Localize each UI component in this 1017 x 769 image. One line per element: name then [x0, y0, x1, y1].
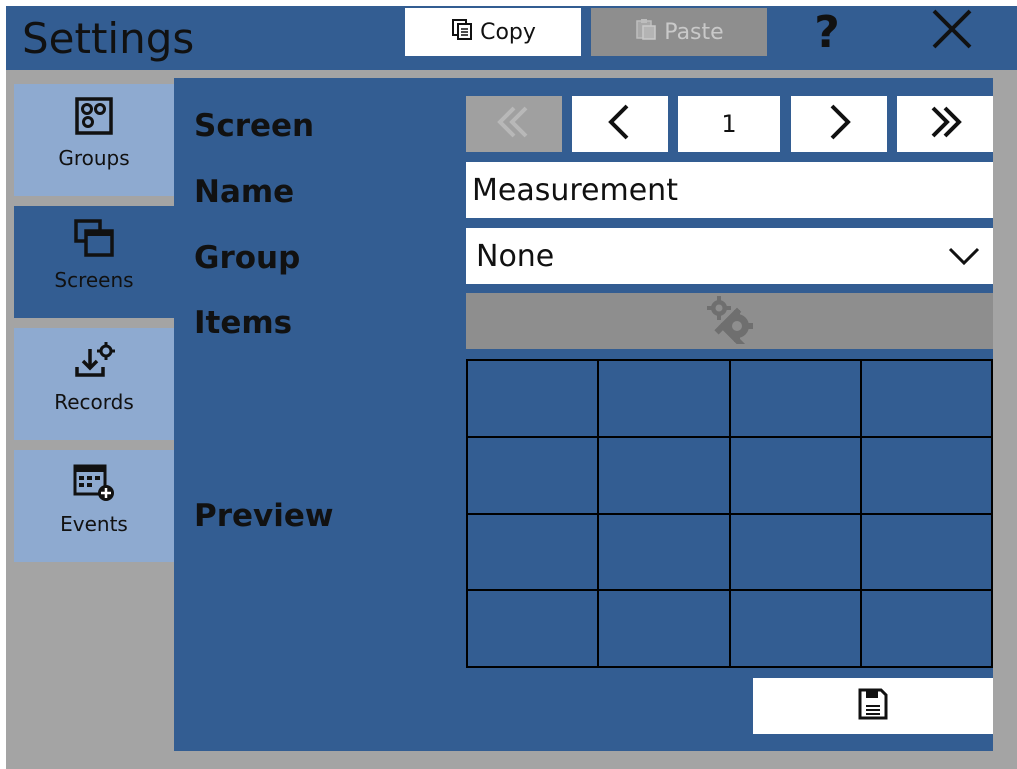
close-button[interactable]: [920, 8, 990, 56]
sidebar-item-label: Screens: [54, 268, 134, 292]
preview-cell[interactable]: [729, 590, 861, 667]
preview-cell[interactable]: [860, 590, 992, 667]
records-icon: [73, 334, 115, 386]
preview-cell[interactable]: [598, 436, 730, 514]
sidebar-item-label: Records: [54, 390, 134, 414]
groups-icon: [75, 90, 113, 142]
items-label: Items: [194, 305, 293, 341]
window-title: Settings: [22, 14, 195, 63]
preview-cell[interactable]: [860, 513, 992, 591]
preview-cell[interactable]: [598, 590, 730, 667]
preview-cell[interactable]: [467, 513, 599, 591]
double-chevron-left-icon: [494, 102, 534, 146]
chevron-left-icon: [605, 102, 635, 146]
first-screen-button[interactable]: [466, 96, 562, 152]
preview-grid: [466, 359, 993, 668]
configure-items-button[interactable]: [466, 293, 993, 349]
events-icon: [73, 456, 115, 508]
screens-icon: [74, 212, 114, 264]
previous-screen-button[interactable]: [572, 96, 668, 152]
last-screen-button[interactable]: [897, 96, 993, 152]
chevron-right-icon: [824, 102, 854, 146]
name-label: Name: [194, 174, 295, 210]
paste-label: Paste: [664, 19, 724, 45]
next-screen-button[interactable]: [791, 96, 887, 152]
copy-button[interactable]: Copy: [405, 8, 581, 56]
preview-cell[interactable]: [598, 360, 730, 437]
gears-icon: [703, 294, 757, 349]
screen-number: 1: [678, 96, 780, 152]
preview-cell[interactable]: [860, 436, 992, 514]
chevron-down-icon: [947, 242, 981, 277]
help-icon: ?: [814, 6, 840, 58]
preview-cell[interactable]: [467, 590, 599, 667]
group-select-value: None: [476, 238, 555, 274]
group-select[interactable]: None: [466, 228, 993, 284]
paste-icon: [634, 17, 664, 47]
save-button[interactable]: [753, 678, 993, 734]
copy-icon: [450, 17, 480, 47]
preview-cell[interactable]: [860, 360, 992, 437]
help-button[interactable]: ?: [792, 6, 862, 58]
sidebar-item-screens[interactable]: Screens: [14, 206, 174, 318]
save-icon: [857, 687, 889, 725]
group-label: Group: [194, 240, 301, 276]
preview-cell[interactable]: [467, 360, 599, 437]
preview-cell[interactable]: [729, 360, 861, 437]
paste-button[interactable]: Paste: [591, 8, 767, 56]
sidebar-item-groups[interactable]: Groups: [14, 84, 174, 196]
close-icon: [931, 8, 979, 56]
preview-cell[interactable]: [598, 513, 730, 591]
name-input[interactable]: Measurement: [466, 162, 993, 218]
preview-cell[interactable]: [467, 436, 599, 514]
double-chevron-right-icon: [925, 102, 965, 146]
sidebar-item-label: Groups: [58, 146, 130, 170]
sidebar-item-events[interactable]: Events: [14, 450, 174, 562]
sidebar-item-records[interactable]: Records: [14, 328, 174, 440]
copy-label: Copy: [480, 19, 536, 45]
preview-cell[interactable]: [729, 436, 861, 514]
sidebar-item-label: Events: [60, 512, 128, 536]
screen-label: Screen: [194, 108, 315, 144]
preview-cell[interactable]: [729, 513, 861, 591]
preview-label: Preview: [194, 498, 334, 534]
